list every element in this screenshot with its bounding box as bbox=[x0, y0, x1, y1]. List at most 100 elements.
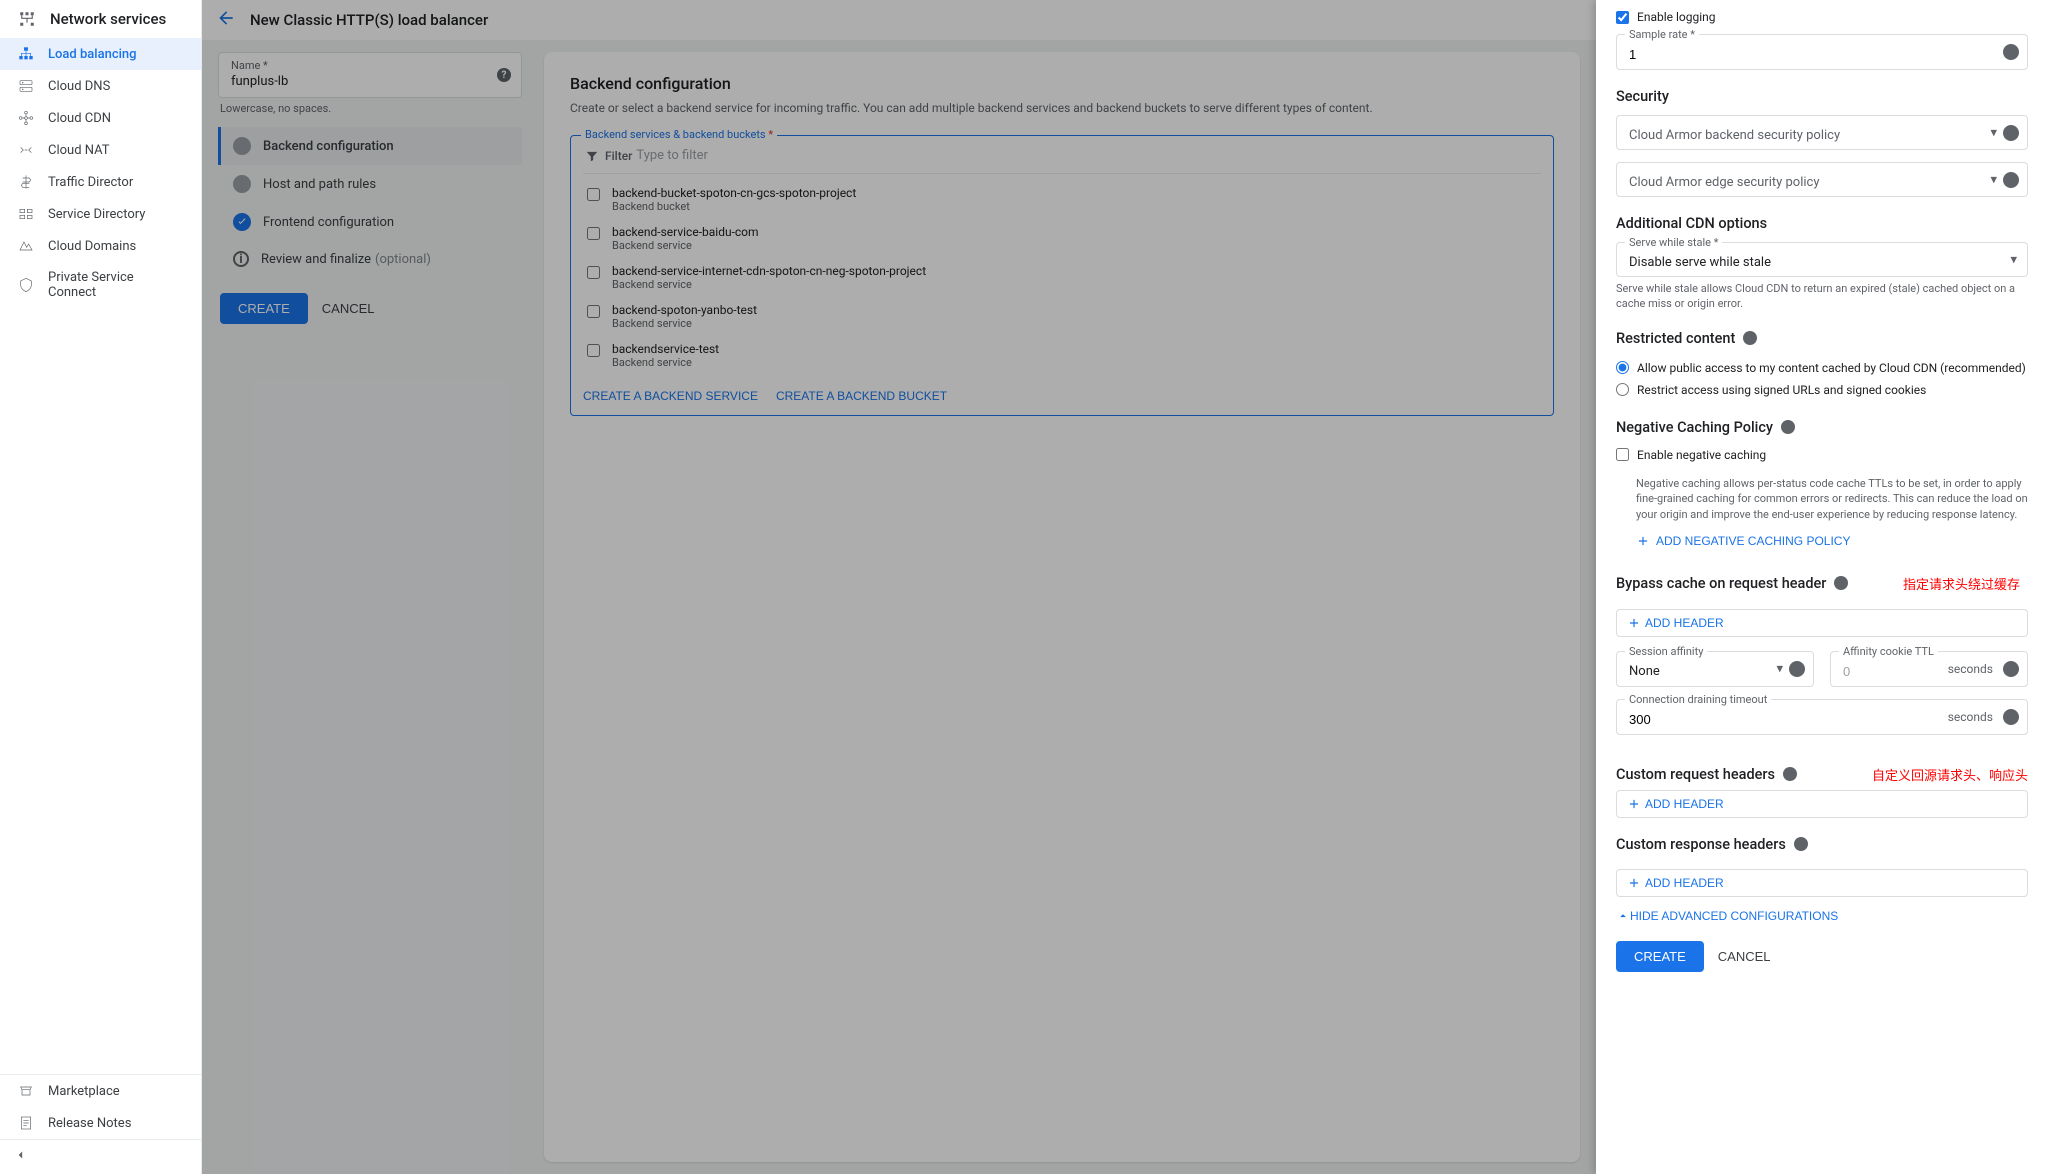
create-backend-bucket-link[interactable]: CREATE A BACKEND BUCKET bbox=[776, 389, 947, 403]
backend-row[interactable]: backend-service-baidu-comBackend service bbox=[583, 219, 1541, 258]
help-icon[interactable]: ? bbox=[1781, 420, 1795, 434]
create-button[interactable]: CREATE bbox=[220, 293, 308, 324]
name-label: Name * bbox=[231, 59, 509, 72]
restricted-opt-label: Allow public access to my content cached… bbox=[1637, 361, 2026, 375]
restricted-opt1[interactable]: Allow public access to my content cached… bbox=[1616, 361, 2028, 375]
sidebar-item-release-notes[interactable]: Release Notes bbox=[0, 1107, 201, 1139]
step-dot-icon bbox=[233, 175, 251, 193]
panel-cancel-button[interactable]: CANCEL bbox=[1718, 949, 1771, 964]
sidebar-item-traffic-director[interactable]: Traffic Director bbox=[0, 166, 201, 198]
add-header-res-button[interactable]: ADD HEADER bbox=[1616, 869, 2028, 897]
name-hint: Lowercase, no spaces. bbox=[220, 102, 520, 115]
serve-stale-help: Serve while stale allows Cloud CDN to re… bbox=[1616, 281, 2028, 312]
name-field[interactable]: Name * funplus-lb ? bbox=[218, 52, 522, 98]
backend-type: Backend bucket bbox=[612, 200, 856, 213]
sample-rate-label: Sample rate * bbox=[1625, 28, 1699, 41]
custom-req-title: Custom request headers? bbox=[1616, 766, 1797, 783]
help-icon[interactable]: ? bbox=[497, 68, 511, 82]
sidebar-item-cloud-nat[interactable]: Cloud NAT bbox=[0, 134, 201, 166]
chevron-down-icon: ▾ bbox=[1990, 125, 1997, 140]
help-icon[interactable]: ? bbox=[2003, 44, 2019, 60]
backend-row[interactable]: backendservice-testBackend service bbox=[583, 336, 1541, 375]
add-header-req-button[interactable]: ADD HEADER bbox=[1616, 790, 2028, 818]
step-label: Frontend configuration bbox=[263, 215, 394, 230]
serve-stale-label: Serve while stale * bbox=[1625, 236, 1722, 249]
annotation-custom: 自定义回源请求头、响应头 bbox=[1872, 765, 2028, 784]
sidebar-item-load-balancing[interactable]: Load balancing bbox=[0, 38, 201, 70]
session-affinity-select[interactable]: Session affinity None ▾ ? bbox=[1616, 651, 1814, 687]
backend-checkbox[interactable] bbox=[587, 344, 600, 357]
backend-checkbox[interactable] bbox=[587, 188, 600, 201]
serve-stale-value: Disable serve while stale bbox=[1629, 255, 1771, 270]
panel-create-button[interactable]: CREATE bbox=[1616, 941, 1704, 972]
armor-backend-select[interactable]: Cloud Armor backend security policy ▾ ? bbox=[1616, 115, 2028, 150]
cancel-button[interactable]: CANCEL bbox=[322, 301, 375, 316]
drain-timeout-field[interactable]: Connection draining timeout seconds ? bbox=[1616, 699, 2028, 735]
backend-name: backend-spoton-yanbo-test bbox=[612, 303, 757, 317]
filter-placeholder: Type to filter bbox=[636, 148, 708, 163]
main: New Classic HTTP(S) load balancer Name *… bbox=[202, 0, 1596, 1174]
serve-stale-select[interactable]: Serve while stale * Disable serve while … bbox=[1616, 242, 2028, 277]
help-icon[interactable]: ? bbox=[2003, 125, 2019, 141]
backend-checkbox[interactable] bbox=[587, 266, 600, 279]
help-icon[interactable]: ? bbox=[2003, 709, 2019, 725]
backend-row[interactable]: backend-service-internet-cdn-spoton-cn-n… bbox=[583, 258, 1541, 297]
neg-caching-title: Negative Caching Policy? bbox=[1616, 419, 2028, 436]
chevron-down-icon: ▾ bbox=[2010, 252, 2017, 267]
restricted-radio[interactable] bbox=[1616, 361, 1629, 374]
sample-rate-field[interactable]: Sample rate * ? bbox=[1616, 34, 2028, 70]
restricted-opt2[interactable]: Restrict access using signed URLs and si… bbox=[1616, 383, 2028, 397]
neg-enable-row[interactable]: Enable negative caching bbox=[1616, 448, 2028, 462]
backend-checkbox[interactable] bbox=[587, 305, 600, 318]
cookie-ttl-field[interactable]: Affinity cookie TTL seconds ? bbox=[1830, 651, 2028, 687]
backend-checkbox[interactable] bbox=[587, 227, 600, 240]
help-icon[interactable]: ? bbox=[1834, 576, 1848, 590]
plus-icon bbox=[1627, 876, 1641, 890]
neg-enable-label: Enable negative caching bbox=[1637, 448, 1766, 462]
sidebar-item-marketplace[interactable]: Marketplace bbox=[0, 1075, 201, 1107]
step-label: Review and finalize bbox=[261, 252, 371, 267]
help-icon[interactable]: ? bbox=[2003, 172, 2019, 188]
neg-enable-checkbox[interactable] bbox=[1616, 448, 1629, 461]
enable-logging-row[interactable]: Enable logging bbox=[1616, 10, 2028, 24]
nav-collapse[interactable] bbox=[0, 1139, 201, 1174]
plus-icon bbox=[1636, 534, 1650, 548]
sidebar-item-cloud-cdn[interactable]: Cloud CDN bbox=[0, 102, 201, 134]
sample-rate-input[interactable] bbox=[1629, 47, 2015, 62]
annotation-bypass: 指定请求头绕过缓存 bbox=[1903, 574, 2020, 593]
step-frontend[interactable]: Frontend configuration bbox=[218, 203, 522, 241]
step-dot-icon bbox=[233, 137, 251, 155]
add-neg-policy-button[interactable]: ADD NEGATIVE CACHING POLICY bbox=[1636, 534, 2028, 548]
sidebar-item-service-directory[interactable]: Service Directory bbox=[0, 198, 201, 230]
backend-name: backend-service-internet-cdn-spoton-cn-n… bbox=[612, 264, 926, 278]
steps-column: Name * funplus-lb ? Lowercase, no spaces… bbox=[218, 52, 522, 1162]
restricted-radio[interactable] bbox=[1616, 383, 1629, 396]
back-arrow[interactable] bbox=[216, 8, 236, 32]
config-column: Backend configuration Create or select a… bbox=[544, 52, 1580, 1162]
sidebar-item-cloud-domains[interactable]: Cloud Domains bbox=[0, 230, 201, 262]
sidebar-item-cloud-dns[interactable]: Cloud DNS bbox=[0, 70, 201, 102]
right-panel: Enable logging Sample rate * ? Security … bbox=[1596, 0, 2048, 1174]
help-icon[interactable]: ? bbox=[1794, 837, 1808, 851]
info-icon: i bbox=[233, 251, 249, 267]
help-icon[interactable]: ? bbox=[1789, 661, 1805, 677]
session-affinity-label: Session affinity bbox=[1625, 645, 1707, 658]
step-host[interactable]: Host and path rules bbox=[218, 165, 522, 203]
enable-logging-checkbox[interactable] bbox=[1616, 11, 1629, 24]
backend-row[interactable]: backend-bucket-spoton-cn-gcs-spoton-proj… bbox=[583, 180, 1541, 219]
armor-edge-select[interactable]: Cloud Armor edge security policy ▾ ? bbox=[1616, 162, 2028, 197]
filter-row[interactable]: Filter Type to filter bbox=[583, 144, 1541, 174]
add-header-bypass-button[interactable]: ADD HEADER bbox=[1616, 609, 2028, 637]
main-header: New Classic HTTP(S) load balancer bbox=[202, 0, 1596, 40]
hide-advanced-button[interactable]: HIDE ADVANCED CONFIGURATIONS bbox=[1616, 909, 2028, 923]
cookie-ttl-label: Affinity cookie TTL bbox=[1839, 645, 1938, 658]
help-icon[interactable]: ? bbox=[1743, 331, 1757, 345]
backend-row[interactable]: backend-spoton-yanbo-testBackend service bbox=[583, 297, 1541, 336]
create-backend-service-link[interactable]: CREATE A BACKEND SERVICE bbox=[583, 389, 758, 403]
sidebar-item-label: Marketplace bbox=[48, 1084, 120, 1099]
sidebar-item-private-service-connect[interactable]: Private Service Connect bbox=[0, 262, 201, 308]
step-backend[interactable]: Backend configuration bbox=[218, 127, 522, 165]
step-review[interactable]: i Review and finalize (optional) bbox=[218, 241, 522, 277]
help-icon[interactable]: ? bbox=[2003, 661, 2019, 677]
help-icon[interactable]: ? bbox=[1783, 767, 1797, 781]
